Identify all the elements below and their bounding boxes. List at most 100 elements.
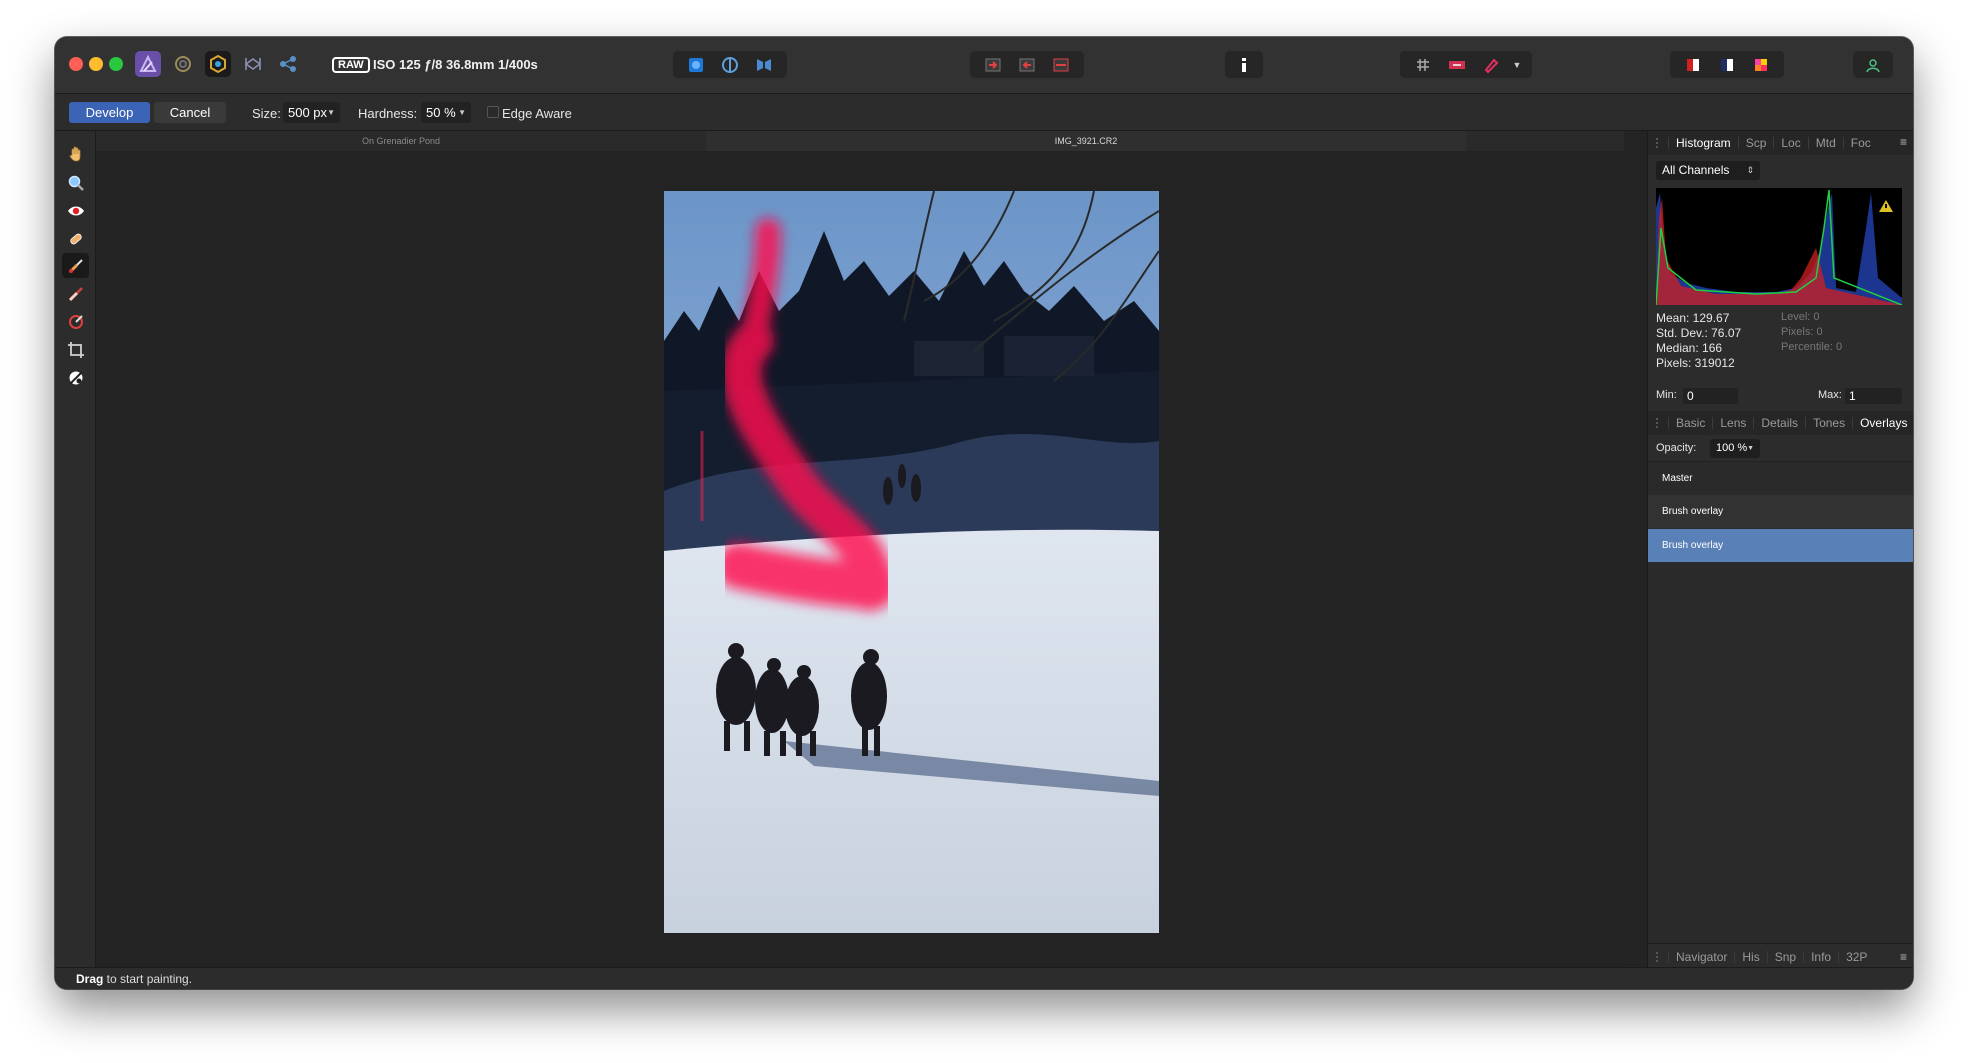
tab-focus[interactable]: Foc bbox=[1842, 137, 1878, 149]
clipping-group bbox=[970, 51, 1084, 78]
app-window: RAW ISO 125 ƒ/8 36.8mm 1/400s ▼ Develop … bbox=[55, 37, 1913, 989]
tab-scope[interactable]: Scp bbox=[1737, 137, 1774, 149]
divider bbox=[1648, 943, 1913, 944]
tab-histogram[interactable]: Histogram bbox=[1668, 137, 1738, 149]
tab-32p[interactable]: 32P bbox=[1838, 951, 1874, 963]
before-after-icon[interactable] bbox=[1676, 51, 1710, 78]
mirror-view-button[interactable] bbox=[747, 51, 781, 78]
info-icon[interactable] bbox=[1227, 51, 1261, 78]
channel-select[interactable]: All Channels ⇕ bbox=[1656, 161, 1760, 180]
color-compare-icon[interactable] bbox=[1744, 51, 1778, 78]
before-after-group bbox=[1670, 51, 1784, 78]
tab-snapshots[interactable]: Snp bbox=[1766, 951, 1803, 963]
minimize-window-button[interactable] bbox=[89, 57, 103, 71]
overlay-paint-tool-icon[interactable] bbox=[62, 253, 89, 278]
hardness-value: 50 % bbox=[426, 105, 456, 120]
studio-mid-tabs: Basic Lens Details Tones Overlays bbox=[1648, 411, 1913, 435]
channel-value: All Channels bbox=[1662, 163, 1730, 177]
stat-level: Level: 0 bbox=[1781, 311, 1820, 323]
crop-tool-icon[interactable] bbox=[62, 337, 89, 362]
close-window-button[interactable] bbox=[69, 57, 83, 71]
overlay-dropdown-icon[interactable]: ▼ bbox=[1508, 51, 1526, 78]
min-field[interactable]: 0 bbox=[1683, 388, 1738, 404]
tab-on-grenadier-pond[interactable]: On Grenadier Pond bbox=[96, 131, 706, 151]
single-view-button[interactable] bbox=[679, 51, 713, 78]
user-icon[interactable] bbox=[1856, 51, 1890, 78]
show-overlay-button[interactable] bbox=[1440, 51, 1474, 78]
document-tabs: On Grenadier Pond IMG_3921.CR2 bbox=[96, 131, 1624, 151]
tab-metadata[interactable]: Mtd bbox=[1807, 137, 1843, 149]
tab-navigator[interactable]: Navigator bbox=[1668, 951, 1734, 963]
account-group bbox=[1853, 51, 1893, 78]
clip-shadows-button[interactable] bbox=[976, 51, 1010, 78]
tab-lens[interactable]: Lens bbox=[1712, 417, 1753, 429]
panel-menu-icon[interactable]: ≡ bbox=[1900, 135, 1907, 149]
canvas-area[interactable] bbox=[96, 151, 1624, 967]
stat-pixels-right: Pixels: 0 bbox=[1781, 326, 1823, 338]
tab-overlays[interactable]: Overlays bbox=[1852, 417, 1913, 429]
panel-grip-icon[interactable] bbox=[1656, 418, 1660, 428]
overlay-view-group: ▼ bbox=[1400, 51, 1532, 78]
tone-mapping-persona-icon[interactable] bbox=[240, 51, 266, 77]
split-compare-icon[interactable] bbox=[1710, 51, 1744, 78]
info-group bbox=[1225, 51, 1263, 78]
min-label: Min: bbox=[1656, 389, 1677, 401]
size-dropdown-icon: ▼ bbox=[327, 108, 335, 117]
blemish-tool-icon[interactable] bbox=[62, 226, 89, 251]
hardness-dropdown-icon: ▼ bbox=[458, 108, 466, 117]
cancel-button[interactable]: Cancel bbox=[154, 102, 226, 123]
grid-icon[interactable] bbox=[1406, 51, 1440, 78]
opacity-label: Opacity: bbox=[1656, 442, 1697, 454]
develop-button[interactable]: Develop bbox=[69, 102, 150, 123]
red-eye-tool-icon[interactable] bbox=[62, 198, 89, 223]
photo-persona-icon[interactable] bbox=[135, 51, 161, 77]
status-bar: Drag to start painting. bbox=[55, 967, 1913, 989]
photo-canvas[interactable] bbox=[664, 191, 1159, 933]
panel-grip-icon[interactable] bbox=[1656, 138, 1660, 148]
white-balance-tool-icon[interactable] bbox=[62, 365, 89, 390]
size-field[interactable]: 500 px ▼ bbox=[283, 102, 340, 123]
tab-img-3921[interactable]: IMG_3921.CR2 bbox=[706, 131, 1466, 151]
exif-info: ISO 125 ƒ/8 36.8mm 1/400s bbox=[373, 57, 538, 72]
clip-midtones-button[interactable] bbox=[1010, 51, 1044, 78]
maximize-window-button[interactable] bbox=[109, 57, 123, 71]
histogram-chart bbox=[1655, 188, 1903, 306]
split-view-button[interactable] bbox=[713, 51, 747, 78]
hardness-field[interactable]: 50 % ▼ bbox=[421, 102, 471, 123]
panel-menu-icon[interactable]: ≡ bbox=[1900, 950, 1907, 964]
tab-basic[interactable]: Basic bbox=[1668, 417, 1712, 429]
context-toolbar: Develop Cancel Size: 500 px ▼ Hardness: … bbox=[55, 94, 1913, 131]
overlay-erase-tool-icon[interactable] bbox=[62, 281, 89, 306]
tab-location[interactable]: Loc bbox=[1773, 137, 1807, 149]
overlays-list-empty bbox=[1648, 563, 1913, 943]
stat-percentile: Percentile: 0 bbox=[1781, 341, 1843, 353]
tab-info[interactable]: Info bbox=[1803, 951, 1838, 963]
size-value: 500 px bbox=[288, 105, 328, 120]
max-field[interactable]: 1 bbox=[1845, 388, 1902, 404]
develop-persona-icon[interactable] bbox=[205, 51, 231, 77]
edge-aware-checkbox[interactable] bbox=[487, 106, 499, 118]
overlay-row-brush-1[interactable]: Brush overlay bbox=[1648, 495, 1913, 528]
raw-badge: RAW bbox=[332, 57, 370, 73]
size-label: Size: bbox=[252, 106, 281, 121]
opacity-field[interactable]: 100 % ▼ bbox=[1710, 439, 1760, 458]
tools-panel bbox=[55, 131, 96, 967]
zoom-tool-icon[interactable] bbox=[62, 170, 89, 195]
overlay-row-master[interactable]: Master bbox=[1648, 461, 1913, 494]
liquify-persona-icon[interactable] bbox=[170, 51, 196, 77]
studio-bottom-tabs: Navigator His Snp Info 32P ≡ bbox=[1647, 947, 1913, 967]
stat-std-dev: Std. Dev.: 76.07 bbox=[1656, 326, 1742, 340]
export-persona-icon[interactable] bbox=[275, 51, 301, 77]
clip-highlights-button[interactable] bbox=[1044, 51, 1078, 78]
overlay-brush-icon[interactable] bbox=[1474, 51, 1508, 78]
hand-tool-icon[interactable] bbox=[62, 141, 89, 166]
tab-tones[interactable]: Tones bbox=[1805, 417, 1852, 429]
tab-details[interactable]: Details bbox=[1753, 417, 1805, 429]
panel-grip-icon[interactable] bbox=[1656, 952, 1660, 962]
stat-median: Median: 166 bbox=[1656, 341, 1723, 355]
tab-history[interactable]: His bbox=[1734, 951, 1766, 963]
overlay-gradient-tool-icon[interactable] bbox=[62, 309, 89, 334]
max-label: Max: bbox=[1818, 389, 1842, 401]
overlay-row-brush-2[interactable]: Brush overlay bbox=[1648, 529, 1913, 562]
channel-dropdown-icon: ⇕ bbox=[1746, 165, 1754, 175]
